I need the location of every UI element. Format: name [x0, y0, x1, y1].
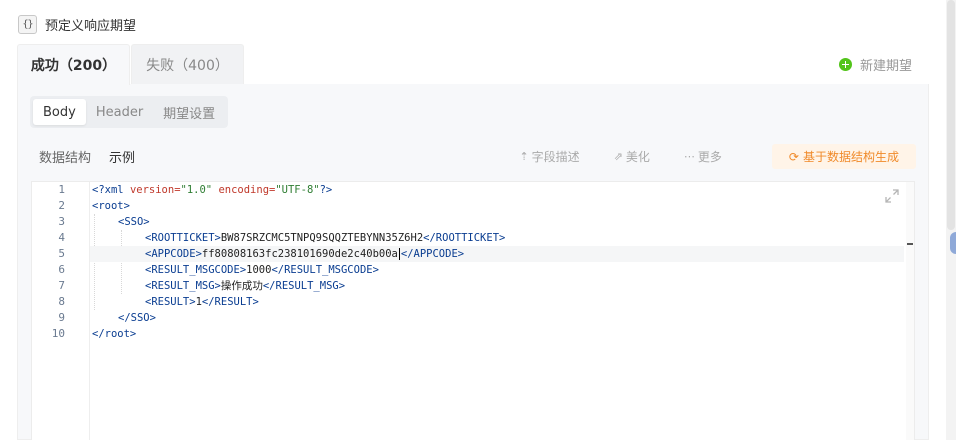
generate-from-structure-label: 基于数据结构生成 — [802, 150, 899, 164]
line-number: 7 — [58, 279, 65, 292]
xml-tag: <SSO> — [118, 216, 150, 228]
text-caret — [398, 248, 400, 260]
add-expectation-label: 新建期望 — [859, 58, 912, 74]
tab-data-structure[interactable]: 数据结构 — [39, 147, 91, 166]
cursor-position-marker — [907, 243, 913, 245]
magic-wand-icon: ⇗ — [613, 150, 623, 163]
xml-text: 操作成功 — [220, 280, 263, 292]
segment-body[interactable]: Body — [33, 99, 86, 125]
tab-example[interactable]: 示例 — [109, 147, 135, 166]
xml-attr-name: version= — [129, 184, 181, 196]
editor-scrollbar[interactable] — [906, 182, 914, 440]
code-line: <root> — [90, 198, 130, 214]
expand-icon[interactable] — [884, 188, 900, 204]
code-editor[interactable]: 1 2 3 4 5 6 7 8 9 10 <?xml version="1.0"… — [31, 181, 915, 440]
xml-attr-name: encoding= — [212, 184, 276, 196]
line-number: 5 — [58, 247, 65, 260]
xml-tag: <ROOTTICKET> — [145, 232, 221, 244]
field-description-label: 字段描述 — [531, 150, 580, 164]
line-number: 6 — [58, 263, 65, 276]
plus-circle-icon — [838, 57, 852, 71]
line-number: 10 — [51, 327, 65, 340]
xml-attr-value: "UTF-8" — [275, 184, 320, 196]
code-line: </root> — [90, 326, 136, 342]
code-line: <RESULT_MSGCODE>1000</RESULT_MSGCODE> — [90, 262, 379, 278]
xml-text: BW87SRZCMC5TNPQ9SQQZTEBYNN35Z6H2 — [220, 232, 424, 244]
side-float-handle[interactable] — [950, 232, 956, 254]
response-section-switcher: Body Header 期望设置 — [30, 96, 229, 128]
xml-tag: </SSO> — [118, 312, 156, 324]
code-line: <RESULT>1</RESULT> — [90, 294, 259, 310]
xml-text: 1000 — [246, 264, 272, 276]
expectation-editor-page: {} 预定义响应期望 成功（200） 失败（400） 新建期望 Body Hea… — [0, 0, 956, 440]
xml-tag: </RESULT_MSG> — [262, 280, 346, 292]
code-line: <ROOTTICKET>BW87SRZCMC5TNPQ9SQQZTEBYNN35… — [90, 230, 505, 246]
xml-tag: </RESULT> — [201, 296, 259, 308]
code-line: <RESULT_MSG>操作成功</RESULT_MSG> — [90, 278, 345, 294]
code-line: </SSO> — [90, 310, 156, 326]
braces-icon: {} — [18, 14, 37, 34]
line-number: 9 — [58, 311, 65, 324]
more-button[interactable]: ⋯ 更多 — [684, 148, 722, 165]
xml-tag: <RESULT_MSGCODE> — [145, 264, 247, 276]
tab-success-200[interactable]: 成功（200） — [17, 44, 130, 85]
xml-declaration-close: ?> — [319, 184, 333, 196]
xml-tag: <APPCODE> — [145, 248, 202, 260]
beautify-button[interactable]: ⇗ 美化 — [614, 148, 650, 165]
tab-failure-400[interactable]: 失败（400） — [131, 44, 244, 84]
code-line-active: <APPCODE>ff80808163fc238101690de2c40b00a… — [90, 246, 904, 262]
xml-tag: </ROOTTICKET> — [423, 232, 506, 244]
xml-attr-value: "1.0" — [180, 184, 213, 196]
more-label: 更多 — [697, 150, 722, 164]
xml-tag: <root> — [92, 200, 130, 212]
view-tabs: 数据结构 示例 — [39, 147, 135, 166]
line-number: 3 — [58, 215, 65, 228]
segment-expectation-settings[interactable]: 期望设置 — [153, 99, 225, 125]
section-title: 预定义响应期望 — [45, 18, 137, 34]
line-number: 8 — [58, 295, 65, 308]
page-scrollbar-thumb[interactable] — [947, 0, 955, 230]
xml-text: ff80808163fc238101690de2c40b00a — [201, 248, 398, 260]
line-number: 4 — [58, 231, 65, 244]
code-content[interactable]: <?xml version="1.0" encoding="UTF-8"?> <… — [90, 182, 914, 440]
code-line: <?xml version="1.0" encoding="UTF-8"?> — [90, 182, 332, 198]
generate-from-structure-button[interactable]: ⟳ 基于数据结构生成 — [771, 144, 916, 169]
xml-declaration-open: <?xml — [92, 184, 130, 196]
add-expectation-button[interactable]: 新建期望 — [838, 55, 912, 74]
line-number: 1 — [58, 183, 65, 196]
segment-header[interactable]: Header — [86, 99, 153, 125]
page-scrollbar[interactable] — [946, 0, 956, 440]
beautify-label: 美化 — [625, 150, 650, 164]
line-number: 2 — [58, 199, 65, 212]
upload-icon: ⇡ — [519, 150, 529, 163]
line-number-gutter: 1 2 3 4 5 6 7 8 9 10 — [32, 182, 90, 440]
field-description-button[interactable]: ⇡ 字段描述 — [519, 148, 579, 165]
code-line: <SSO> — [90, 214, 150, 230]
section-header: {} 预定义响应期望 — [18, 13, 136, 35]
editor-toolbar: ⇡ 字段描述 ⇗ 美化 ⋯ 更多 ⟳ 基于数据结构生成 — [519, 144, 916, 169]
xml-tag: <RESULT_MSG> — [145, 280, 221, 292]
more-icon: ⋯ — [683, 150, 695, 163]
xml-tag: <RESULT> — [145, 296, 196, 308]
xml-tag: </RESULT_MSGCODE> — [271, 264, 379, 276]
xml-tag: </root> — [92, 328, 137, 340]
refresh-icon: ⟳ — [788, 149, 799, 164]
xml-tag: </APPCODE> — [400, 248, 465, 260]
